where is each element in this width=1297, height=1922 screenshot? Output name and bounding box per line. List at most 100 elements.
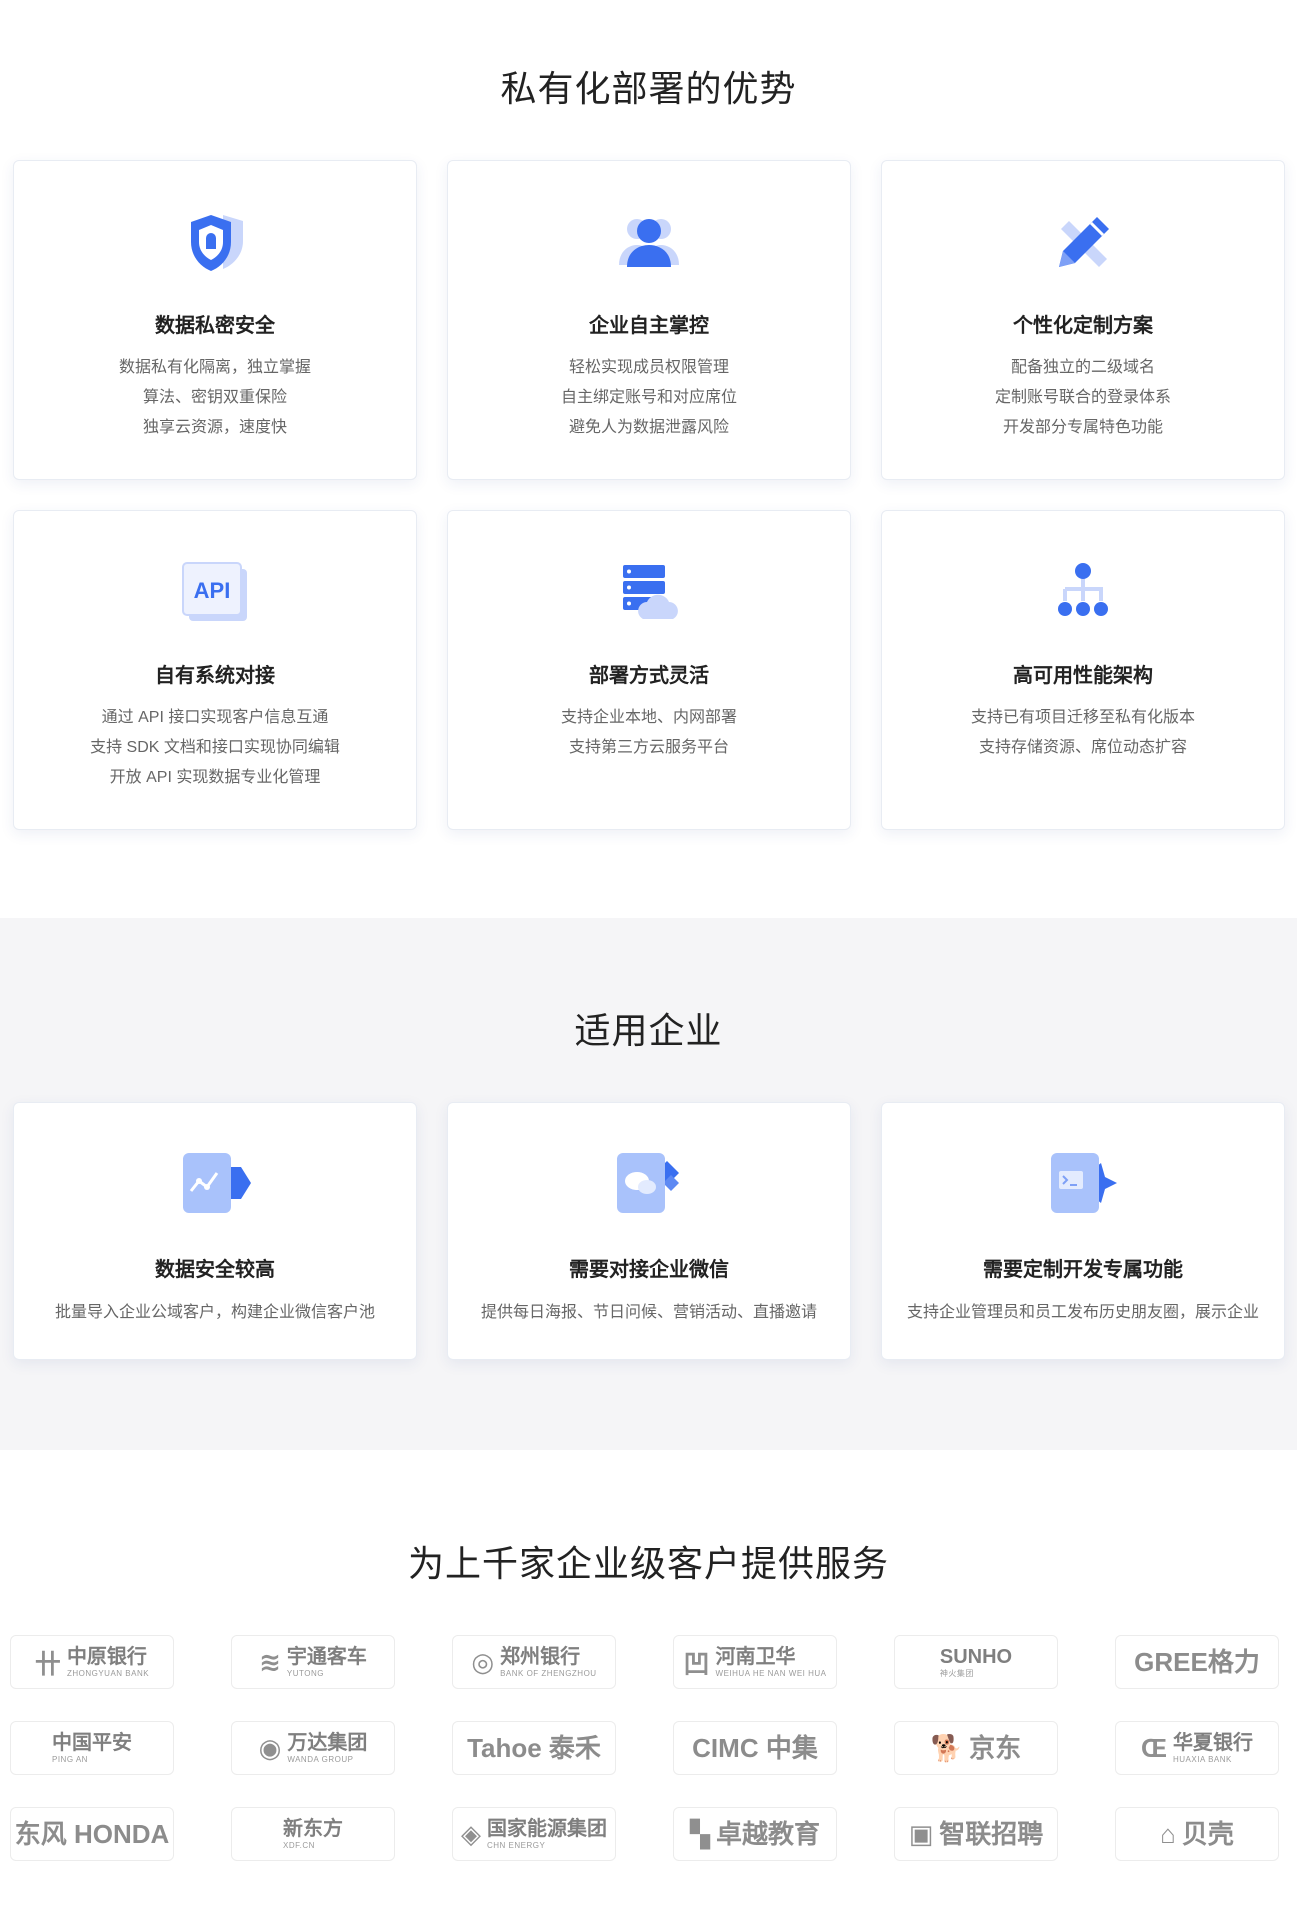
card-description: 支持企业管理员和员工发布历史朋友圈，展示企业 [906, 1304, 1259, 1321]
client-logo-text: 万达集团 WANDA GROUP [287, 1733, 367, 1764]
card-description: 支持企业本地、内网部署 支持第三方云服务平台 [448, 703, 850, 763]
client-name: SUNHO [939, 1645, 1013, 1668]
card-title: 需要对接企业微信 [569, 1259, 729, 1281]
desc-line: 支持已有项目迁移至私有化版本 [970, 709, 1195, 726]
desc-line: 避免人为数据泄露风险 [568, 419, 729, 436]
data-chart-icon [183, 1153, 251, 1213]
card-description: 通过 API 接口实现客户信息互通 支持 SDK 文档和接口实现协同编辑 开放 … [14, 703, 416, 793]
client-logo-text: 华夏银行 HUAXIA BANK [1173, 1733, 1253, 1764]
client-logo: 中国平安 PING AN [10, 1721, 174, 1775]
desc-line: 定制账号联合的登录体系 [994, 389, 1171, 406]
client-name-sub: WANDA GROUP [287, 1754, 354, 1764]
card-title: 高可用性能架构 [1013, 665, 1153, 687]
client-name: 中原银行 [66, 1645, 147, 1668]
user-icon [619, 219, 679, 267]
client-logo: ◎ 郑州银行 BANK OF ZHENGZHOU [452, 1635, 616, 1689]
card-title: 数据私密安全 [155, 315, 275, 337]
client-name-sub: YUTONG [286, 1668, 324, 1678]
desc-line: 配备独立的二级域名 [1010, 359, 1155, 376]
desc-line: 自主绑定账号和对应席位 [560, 389, 737, 406]
card-description: 数据私有化隔离，独立掌握 算法、密钥双重保险 独享云资源，速度快 [14, 353, 416, 443]
client-logo-text: CIMC 中集 [692, 1735, 818, 1761]
client-logo-text: Tahoe 泰禾 [467, 1735, 601, 1761]
network-icon [1058, 563, 1108, 616]
card-title: 企业自主掌控 [589, 315, 709, 337]
client-logo-text: 宇通客车 YUTONG [287, 1647, 367, 1678]
client-logo-mark-icon: ⌂ [1160, 1818, 1176, 1849]
client-name: 万达集团 [287, 1731, 368, 1754]
client-logo: SUNHO 神火集团 [894, 1635, 1058, 1689]
advantages-title: 私有化部署的优势 [500, 68, 797, 109]
terminal-icon [1051, 1153, 1117, 1213]
client-name: CIMC 中集 [692, 1733, 818, 1763]
client-logo-mark-icon: ◎ [471, 1646, 495, 1677]
desc-line: 开发部分专属特色功能 [1002, 419, 1163, 436]
client-name: 新东方 [283, 1817, 343, 1840]
pencil-icon [1059, 217, 1109, 267]
client-logo-text: 河南卫华 WEIHUA HE NAN WEI HUA [716, 1647, 827, 1678]
card-description: 批量导入企业公域客户，构建企业微信客户池 [54, 1304, 375, 1321]
client-name: 贝壳 [1181, 1819, 1234, 1849]
card-title: 需要定制开发专属功能 [983, 1259, 1183, 1281]
card-description: 配备独立的二级域名 定制账号联合的登录体系 开发部分专属特色功能 [882, 353, 1284, 443]
client-logo-mark-icon: 🐕 [930, 1732, 964, 1763]
client-logo-text: SUNHO 神火集团 [940, 1647, 1012, 1678]
desc-line: 支持企业本地、内网部署 [560, 709, 737, 726]
desc-line: 通过 API 接口实现客户信息互通 [101, 709, 329, 726]
applicable-title: 适用企业 [574, 1010, 723, 1051]
client-logo-text: 郑州银行 BANK OF ZHENGZHOU [500, 1647, 597, 1678]
api-icon: API [182, 562, 247, 621]
advantage-card-custom-solution: 个性化定制方案 配备独立的二级域名 定制账号联合的登录体系 开发部分专属特色功能 [881, 160, 1285, 480]
client-name: 卓越教育 [715, 1819, 820, 1849]
desc-line: 轻松实现成员权限管理 [568, 359, 729, 376]
client-logo-text: 新东方 XDF.CN [283, 1819, 343, 1850]
client-name: 宇通客车 [286, 1645, 367, 1668]
applicable-card-data-security: 数据安全较高 批量导入企业公域客户，构建企业微信客户池 [13, 1102, 417, 1360]
client-logo: CIMC 中集 [673, 1721, 837, 1775]
client-name: 中国平安 [52, 1731, 132, 1754]
card-description: 支持已有项目迁移至私有化版本 支持存储资源、席位动态扩容 [882, 703, 1284, 763]
client-logo-text: 东风 HONDA [15, 1821, 170, 1847]
client-logo: ◉ 万达集团 WANDA GROUP [231, 1721, 395, 1775]
client-name-sub: WEIHUA HE NAN WEI HUA [715, 1668, 827, 1678]
client-name-sub: CHN ENERGY [487, 1840, 546, 1850]
client-name: GREE格力 [1134, 1647, 1260, 1677]
api-icon-text: API [194, 578, 231, 603]
desc-line: 支持第三方云服务平台 [568, 739, 729, 756]
client-logo-mark-icon: 卄 [34, 1648, 61, 1679]
client-logo: 🐕 京东 [894, 1721, 1058, 1775]
client-name: 京东 [969, 1733, 1022, 1763]
client-logo: Œ 华夏银行 HUAXIA BANK [1115, 1721, 1279, 1775]
client-logo: ◈ 国家能源集团 CHN ENERGY [452, 1807, 616, 1861]
client-logo: 卄中原银行 ZHONGYUAN BANK [10, 1635, 174, 1689]
client-name: 河南卫华 [715, 1645, 796, 1668]
client-name: Tahoe 泰禾 [467, 1733, 601, 1763]
client-logo-mark-icon: ▚ [689, 1818, 710, 1849]
client-logo: ⌂ 贝壳 [1115, 1807, 1279, 1861]
client-logo-text: 中国平安 PING AN [52, 1733, 132, 1764]
client-name-sub: ZHONGYUAN BANK [66, 1668, 150, 1678]
clients-title: 为上千家企业级客户提供服务 [407, 1543, 889, 1584]
applicable-card-wecom-integration: 需要对接企业微信 提供每日海报、节日问候、营销活动、直播邀请 [447, 1102, 851, 1360]
client-logo: ▣ 智联招聘 [894, 1807, 1058, 1861]
client-logo-text: 国家能源集团 CHN ENERGY [487, 1819, 607, 1850]
card-description: 提供每日海报、节日问候、营销活动、直播邀请 [480, 1304, 817, 1321]
desc-line: 数据私有化隔离，独立掌握 [118, 359, 311, 376]
shield-icon [191, 215, 243, 271]
client-name-sub: PING AN [52, 1754, 88, 1764]
client-logo-text: 京东 [969, 1735, 1021, 1761]
client-logo-mark-icon: ◉ [258, 1732, 282, 1763]
client-name: 郑州银行 [500, 1645, 581, 1668]
advantage-card-system-integration: API 自有系统对接 通过 API 接口实现客户信息互通 支持 SDK 文档和接… [13, 510, 417, 830]
client-logo: ≋ 宇通客车 YUTONG [231, 1635, 395, 1689]
advantage-card-enterprise-control: 企业自主掌控 轻松实现成员权限管理 自主绑定账号和对应席位 避免人为数据泄露风险 [447, 160, 851, 480]
client-logo: GREE格力 [1115, 1635, 1279, 1689]
card-title: 部署方式灵活 [589, 665, 709, 687]
desc-line: 算法、密钥双重保险 [142, 389, 287, 406]
card-title: 个性化定制方案 [1013, 315, 1153, 337]
desc-line: 支持存储资源、席位动态扩容 [978, 739, 1187, 756]
client-name: 东风 HONDA [14, 1819, 170, 1849]
client-logo-mark-icon: Œ [1141, 1732, 1167, 1763]
client-logo-text: 中原银行 ZHONGYUAN BANK [67, 1647, 149, 1678]
applicable-card-custom-development: 需要定制开发专属功能 支持企业管理员和员工发布历史朋友圈，展示企业 [881, 1102, 1285, 1360]
